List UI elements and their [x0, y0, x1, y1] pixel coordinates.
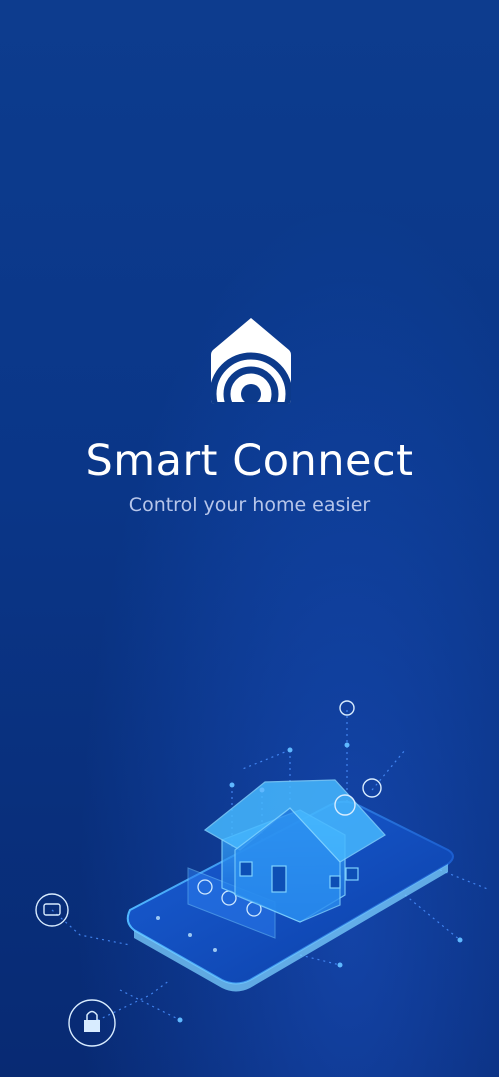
app-title: Smart Connect	[85, 436, 414, 486]
app-tagline: Control your home easier	[128, 494, 371, 516]
smart-home-logo-icon	[211, 318, 291, 404]
smart-home-phone-illustration	[35, 700, 491, 1047]
